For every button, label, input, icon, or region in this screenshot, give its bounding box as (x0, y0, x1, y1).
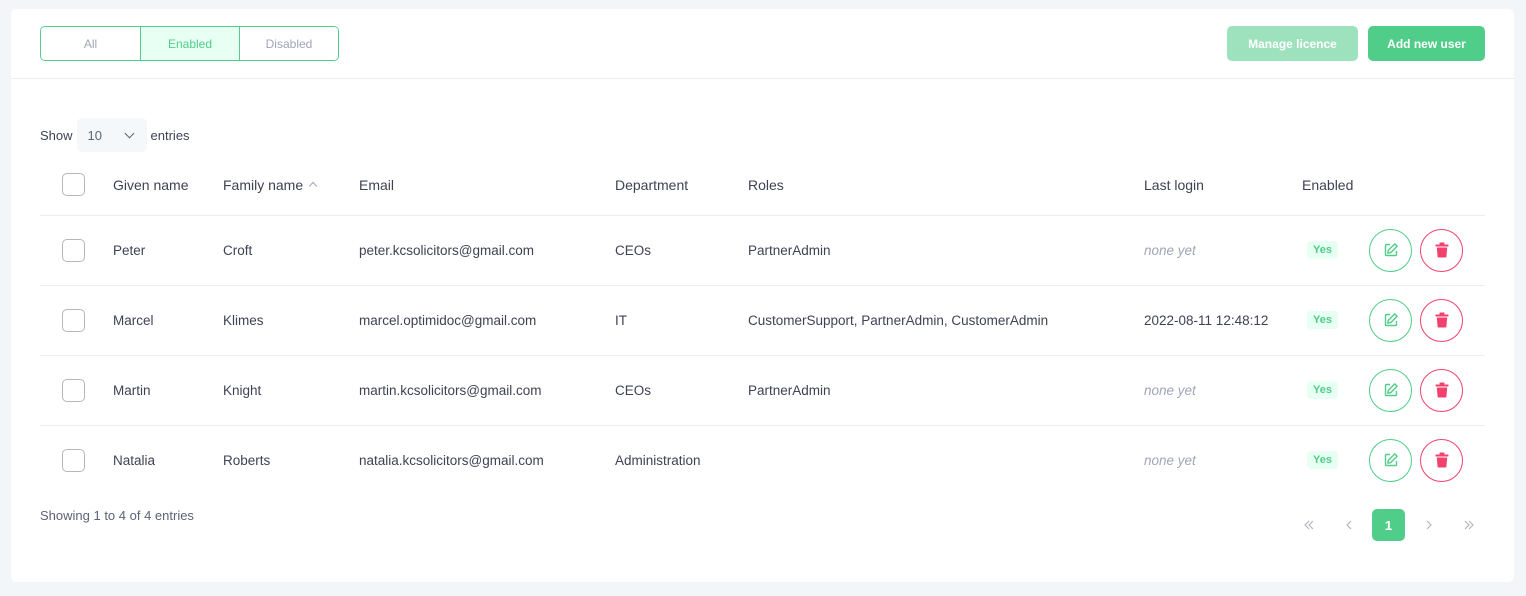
cell-department: Administration (615, 452, 701, 468)
table-row: Peter Croft peter.kcsolicitors@gmail.com… (40, 215, 1485, 286)
sort-asc-icon (308, 181, 318, 190)
edit-user-button[interactable] (1369, 228, 1412, 272)
cell-department: IT (615, 285, 748, 356)
row-checkbox[interactable] (62, 238, 85, 262)
cell-department: CEOs (615, 215, 748, 286)
trash-icon (1435, 452, 1448, 468)
chevron-right-icon (1426, 520, 1432, 530)
edit-icon (1384, 383, 1398, 397)
delete-user-button[interactable] (1420, 438, 1463, 482)
enabled-badge: Yes (1307, 381, 1338, 399)
edit-icon (1384, 313, 1398, 327)
cell-given-name: Peter (113, 215, 223, 286)
col-given-name[interactable]: Given name (113, 155, 223, 216)
cell-family-name: Klimes (223, 285, 359, 356)
cell-actions (1369, 425, 1485, 495)
enabled-badge: Yes (1307, 241, 1338, 259)
trash-icon (1435, 382, 1448, 398)
filter-enabled-button[interactable]: Enabled (140, 27, 239, 60)
cell-email: marcel.optimidoc@gmail.com (359, 285, 615, 356)
cell-family-name: Roberts (223, 452, 271, 468)
cell-enabled: Yes (1302, 425, 1369, 495)
add-new-user-button[interactable]: Add new user (1368, 26, 1485, 61)
chevron-down-icon (124, 128, 134, 138)
table-info: Showing 1 to 4 of 4 entries (40, 508, 194, 523)
edit-user-button[interactable] (1369, 438, 1412, 482)
cell-email: martin.kcsolicitors@gmail.com (359, 355, 615, 426)
cell-family-name: Knight (223, 355, 359, 426)
select-all-cell (40, 155, 113, 216)
cell-last-login: none yet (1144, 452, 1196, 468)
cell-enabled: Yes (1302, 285, 1369, 356)
col-family-name[interactable]: Family name (223, 155, 359, 216)
cell-actions (1369, 285, 1485, 356)
entries-label: entries (150, 127, 190, 143)
first-page-button[interactable] (1292, 509, 1325, 541)
entries-per-page-select[interactable]: 10 (76, 118, 147, 152)
cell-email: peter.kcsolicitors@gmail.com (359, 215, 615, 286)
edit-icon (1384, 453, 1398, 467)
delete-user-button[interactable] (1420, 228, 1463, 272)
cell-last-login: none yet (1144, 355, 1302, 426)
manage-licence-button[interactable]: Manage licence (1227, 26, 1358, 61)
cell-family-name: Croft (223, 215, 359, 286)
pagination: 1 (1292, 509, 1485, 541)
cell-roles: PartnerAdmin (748, 215, 1144, 286)
trash-icon (1435, 242, 1448, 258)
users-card: All Enabled Disabled Manage licence Add … (11, 9, 1514, 582)
col-last-login[interactable]: Last login (1144, 155, 1302, 216)
double-chevron-left-icon (1303, 520, 1313, 530)
last-page-button[interactable] (1452, 509, 1485, 541)
enabled-badge: Yes (1307, 451, 1338, 470)
cell-given-name: Natalia (113, 452, 156, 468)
cell-actions (1369, 355, 1485, 426)
trash-icon (1435, 312, 1448, 328)
col-family-name-label: Family name (223, 176, 304, 193)
previous-page-button[interactable] (1332, 509, 1365, 541)
cell-department: CEOs (615, 355, 748, 426)
cell-given-name: Martin (113, 355, 223, 426)
users-table: Given name Family name Email Department … (40, 155, 1485, 495)
show-label: Show (40, 127, 73, 143)
cell-enabled: Yes (1302, 215, 1369, 286)
chevron-left-icon (1345, 520, 1351, 530)
card-header: All Enabled Disabled Manage licence Add … (11, 9, 1514, 79)
delete-user-button[interactable] (1420, 298, 1463, 342)
cell-email: natalia.kcsolicitors@gmail.com (359, 452, 544, 468)
table-row: Marcel Klimes marcel.optimidoc@gmail.com… (40, 285, 1485, 356)
cell-roles (748, 425, 1144, 495)
table-row: Natalia Roberts natalia.kcsolicitors@gma… (40, 425, 1485, 495)
filter-disabled-button[interactable]: Disabled (239, 27, 338, 60)
table-header-row: Given name Family name Email Department … (40, 155, 1485, 216)
delete-user-button[interactable] (1420, 368, 1463, 412)
double-chevron-right-icon (1464, 520, 1474, 530)
cell-roles: PartnerAdmin (748, 355, 1144, 426)
entries-per-page-value: 10 (87, 127, 102, 143)
cell-roles: CustomerSupport, PartnerAdmin, CustomerA… (748, 285, 1144, 356)
cell-last-login: 2022-08-11 12:48:12 (1144, 285, 1302, 356)
select-all-checkbox[interactable] (62, 173, 85, 197)
col-roles[interactable]: Roles (748, 155, 1144, 216)
edit-icon (1384, 243, 1398, 257)
col-email[interactable]: Email (359, 155, 615, 216)
cell-given-name: Marcel (113, 285, 223, 356)
page-1-button[interactable]: 1 (1372, 509, 1405, 541)
col-actions (1369, 155, 1485, 216)
edit-user-button[interactable] (1369, 368, 1412, 412)
cell-actions (1369, 215, 1485, 286)
col-department[interactable]: Department (615, 155, 748, 216)
cell-enabled: Yes (1302, 355, 1369, 426)
next-page-button[interactable] (1412, 509, 1445, 541)
entries-length-control: Show 10 entries (40, 118, 190, 152)
enabled-badge: Yes (1307, 311, 1338, 329)
row-checkbox[interactable] (62, 448, 85, 472)
col-enabled[interactable]: Enabled (1302, 155, 1369, 216)
filter-all-button[interactable]: All (41, 27, 140, 60)
cell-last-login: none yet (1144, 215, 1302, 286)
row-checkbox[interactable] (62, 378, 85, 402)
edit-user-button[interactable] (1369, 298, 1412, 342)
status-filter-group: All Enabled Disabled (40, 26, 339, 61)
row-checkbox[interactable] (62, 308, 85, 332)
table-row: Martin Knight martin.kcsolicitors@gmail.… (40, 355, 1485, 426)
